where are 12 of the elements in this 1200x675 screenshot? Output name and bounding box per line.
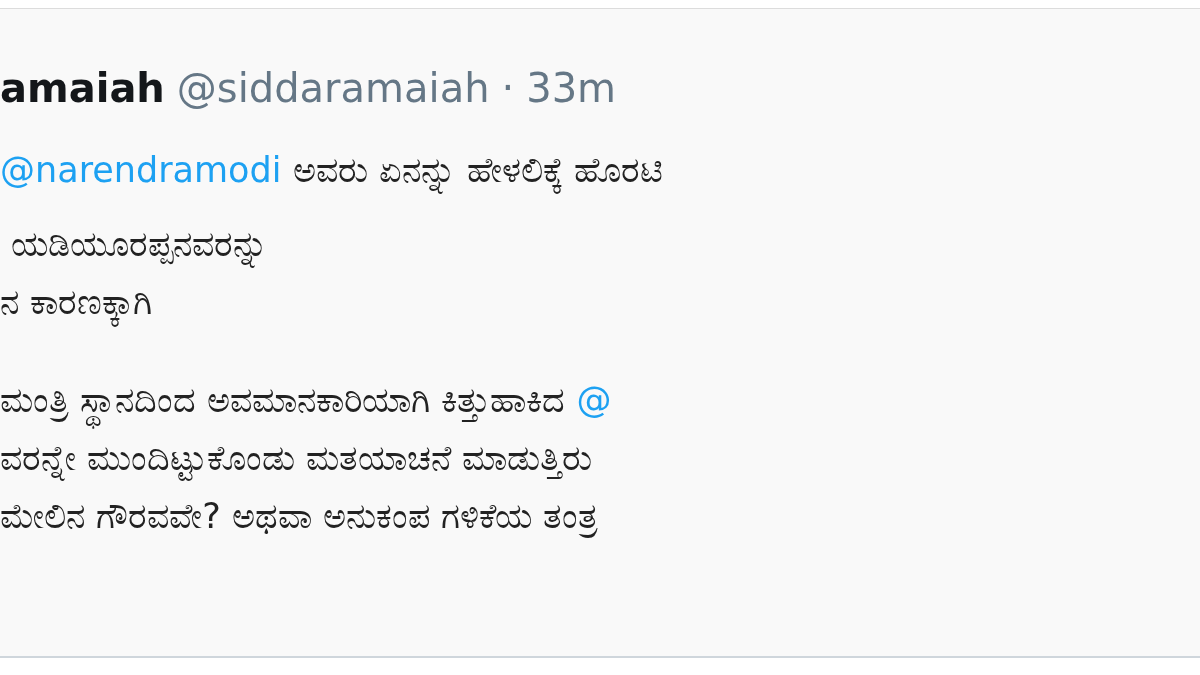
tweet-time[interactable]: 33m xyxy=(526,65,617,111)
tweet-text: ಮೇಲಿನ ಗೌರವವೇ? ಅಥವಾ ಅನುಕಂಪ ಗಳಿಕೆಯ ತಂತ್ರ xyxy=(0,495,599,540)
author-handle[interactable]: @siddaramaiah xyxy=(176,65,490,111)
mention-link[interactable]: @narendramodi xyxy=(0,141,282,199)
separator-dot: · xyxy=(501,65,515,111)
tweet-text: ಅವರು ಏನನ್ನು ಹೇಳಲಿಕ್ಕೆ ಹೊರಟಿ xyxy=(281,141,663,199)
tweet-text: ವರನ್ನೇ ಮುಂದಿಟ್ಟುಕೊಂಡು ಮತಯಾಚನೆ ಮಾಡುತ್ತಿರು xyxy=(0,429,593,487)
mention-link[interactable]: @ xyxy=(576,371,612,429)
tweet-text: ಮಂತ್ರಿ ಸ್ಥಾನದಿಂದ ಅವಮಾನಕಾರಿಯಾಗಿ ಕಿತ್ತುಹಾಕಿದ xyxy=(0,371,577,429)
author-name: amaiah xyxy=(0,65,165,111)
tweet-text: ನ ಕಾರಣಕ್ಕಾಗಿ xyxy=(0,273,153,331)
tweet-text: ಯಡಿಯೂರಪ್ಪನವರನ್ನು xyxy=(0,215,269,273)
